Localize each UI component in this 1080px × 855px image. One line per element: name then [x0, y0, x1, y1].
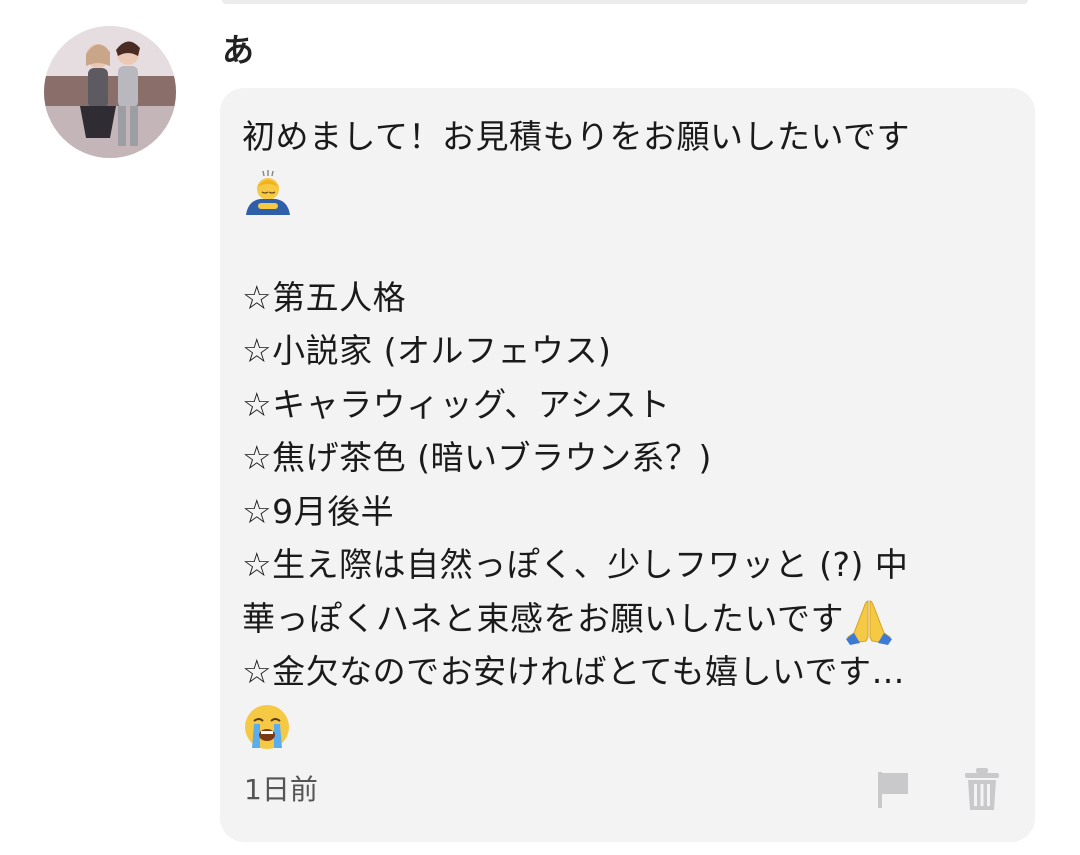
message-line-text: 華っぽくハネと束感をお願いしたいです — [242, 598, 845, 638]
avatar[interactable] — [44, 26, 176, 158]
message-line — [242, 217, 1022, 271]
report-button[interactable] — [872, 768, 914, 810]
message-line: ☆9月後半 — [242, 491, 395, 531]
delete-button[interactable] — [962, 766, 1002, 812]
trash-icon — [965, 768, 999, 810]
comment-bubble: 初めまして！お見積もりをお願いしたいです ☆第五人格 ☆小説家 (オルフェウス)… — [220, 88, 1035, 842]
message-line: 初めまして！お見積もりをお願いしたいです — [242, 117, 911, 156]
flag-icon — [878, 772, 908, 808]
comment-message: 初めまして！お見積もりをお願いしたいです ☆第五人格 ☆小説家 (オルフェウス)… — [242, 110, 1022, 752]
message-line-emoji — [242, 164, 1022, 218]
loudly-crying-face-emoji — [242, 702, 292, 752]
message-line-emoji — [242, 699, 1022, 753]
avatar-image — [44, 26, 176, 158]
username: あ — [222, 31, 255, 69]
message-line: ☆焦げ茶色 (暗いブラウン系？) — [242, 438, 712, 477]
folded-hands-emoji — [844, 595, 894, 645]
message-line: ☆小説家 (オルフェウス) — [242, 331, 612, 370]
message-line-with-emoji: 華っぽくハネと束感をお願いしたいです — [242, 592, 1022, 645]
timestamp: 1日前 — [244, 773, 318, 806]
comment-page: あ 初めまして！お見積もりをお願いしたいです ☆第五人格 ☆小説家 (オルフェウ… — [0, 0, 1080, 855]
message-line: ☆キャラウィッグ、アシスト — [242, 384, 671, 424]
message-line: ☆第五人格 — [242, 277, 407, 317]
message-line: ☆生え際は自然っぽく、少しフワッと (?) 中 — [242, 545, 909, 584]
top-divider — [222, 0, 1028, 4]
bowing-person-emoji — [242, 167, 292, 217]
message-line: ☆金欠なのでお安ければとても嬉しいです… — [242, 652, 905, 691]
